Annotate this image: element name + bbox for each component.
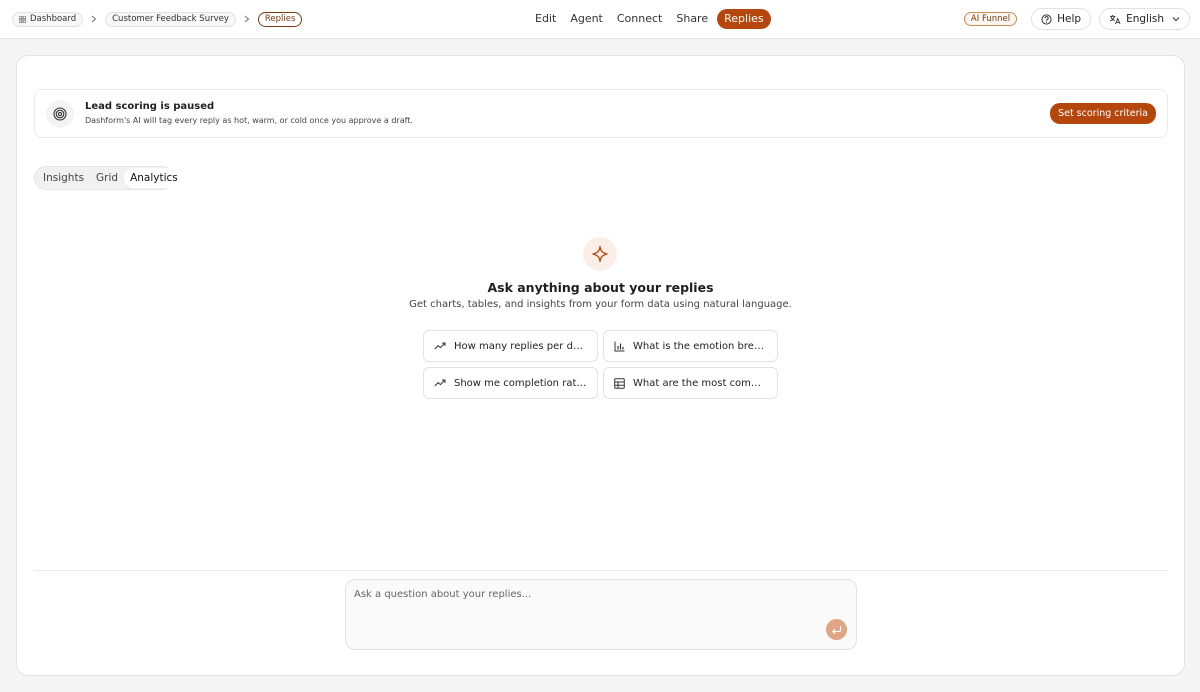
bar-chart-icon: [614, 341, 625, 351]
banner-title: Lead scoring is paused: [85, 101, 215, 112]
lead-scoring-banner: Lead scoring is paused Dashform's AI wil…: [34, 89, 1168, 138]
target-icon: [46, 100, 74, 128]
nav-connect[interactable]: Connect: [610, 9, 669, 29]
suggestion-common-answers[interactable]: What are the most common answers?: [603, 367, 778, 399]
nav-agent[interactable]: Agent: [563, 9, 610, 29]
help-button[interactable]: Help: [1031, 8, 1092, 30]
translate-icon: [1110, 14, 1121, 24]
suggestion-emotion[interactable]: What is the emotion breakdown?: [603, 330, 778, 362]
language-label: English: [1126, 13, 1164, 25]
breadcrumb-label: Dashboard: [30, 14, 77, 24]
suggestion-replies-per-day[interactable]: How many replies per day did I get?: [423, 330, 598, 362]
tab-insights[interactable]: Insights: [37, 168, 90, 188]
suggestion-label: How many replies per day did I get?: [454, 340, 587, 352]
grid-icon: [19, 15, 26, 23]
chevron-right-icon: [83, 15, 105, 23]
empty-state-title: Ask anything about your replies: [487, 280, 714, 295]
send-button[interactable]: [826, 619, 847, 640]
ask-box: [345, 579, 857, 650]
replies-panel: Lead scoring is paused Dashform's AI wil…: [16, 55, 1185, 676]
tab-grid[interactable]: Grid: [90, 168, 124, 188]
language-select[interactable]: English: [1099, 8, 1190, 30]
enter-arrow-icon: [832, 625, 842, 634]
breadcrumb-label: Customer Feedback Survey: [112, 14, 229, 24]
nav-share[interactable]: Share: [669, 9, 715, 29]
table-icon: [614, 377, 625, 389]
set-scoring-criteria-button[interactable]: Set scoring criteria: [1050, 103, 1156, 124]
help-label: Help: [1057, 13, 1082, 25]
empty-state-subtitle: Get charts, tables, and insights from yo…: [409, 299, 792, 310]
sparkle-icon: [583, 237, 617, 271]
divider: [34, 570, 1168, 571]
breadcrumb-replies[interactable]: Replies: [257, 11, 303, 27]
chevron-right-icon: [236, 15, 258, 23]
banner-subtitle: Dashform's AI will tag every reply as ho…: [85, 116, 413, 125]
chevron-down-icon: [1172, 17, 1180, 22]
view-tabs: Insights Grid Analytics: [34, 166, 184, 190]
top-bar: Dashboard Customer Feedback Survey Repli…: [0, 0, 1200, 39]
nav-replies[interactable]: Replies: [717, 9, 771, 29]
suggestion-label: What is the emotion breakdown?: [633, 340, 767, 352]
trend-icon: [434, 342, 446, 350]
nav-edit[interactable]: Edit: [528, 9, 563, 29]
main-nav: Edit Agent Connect Share Replies: [528, 9, 771, 29]
suggestion-label: Show me completion rate over time: [454, 377, 587, 389]
help-circle-icon: [1041, 13, 1052, 25]
breadcrumb-label: Replies: [264, 14, 296, 24]
tab-analytics[interactable]: Analytics: [124, 168, 184, 188]
ai-funnel-badge[interactable]: AI Funnel: [963, 12, 1018, 26]
ask-question-input[interactable]: [354, 586, 824, 602]
trend-icon: [434, 379, 446, 387]
suggestion-label: What are the most common answers?: [633, 377, 767, 389]
right-tools: AI Funnel Help English: [963, 8, 1190, 30]
breadcrumb-survey[interactable]: Customer Feedback Survey: [105, 11, 236, 27]
breadcrumb: Dashboard Customer Feedback Survey Repli…: [12, 11, 303, 27]
suggestion-completion-rate[interactable]: Show me completion rate over time: [423, 367, 598, 399]
breadcrumb-dashboard[interactable]: Dashboard: [12, 11, 84, 27]
